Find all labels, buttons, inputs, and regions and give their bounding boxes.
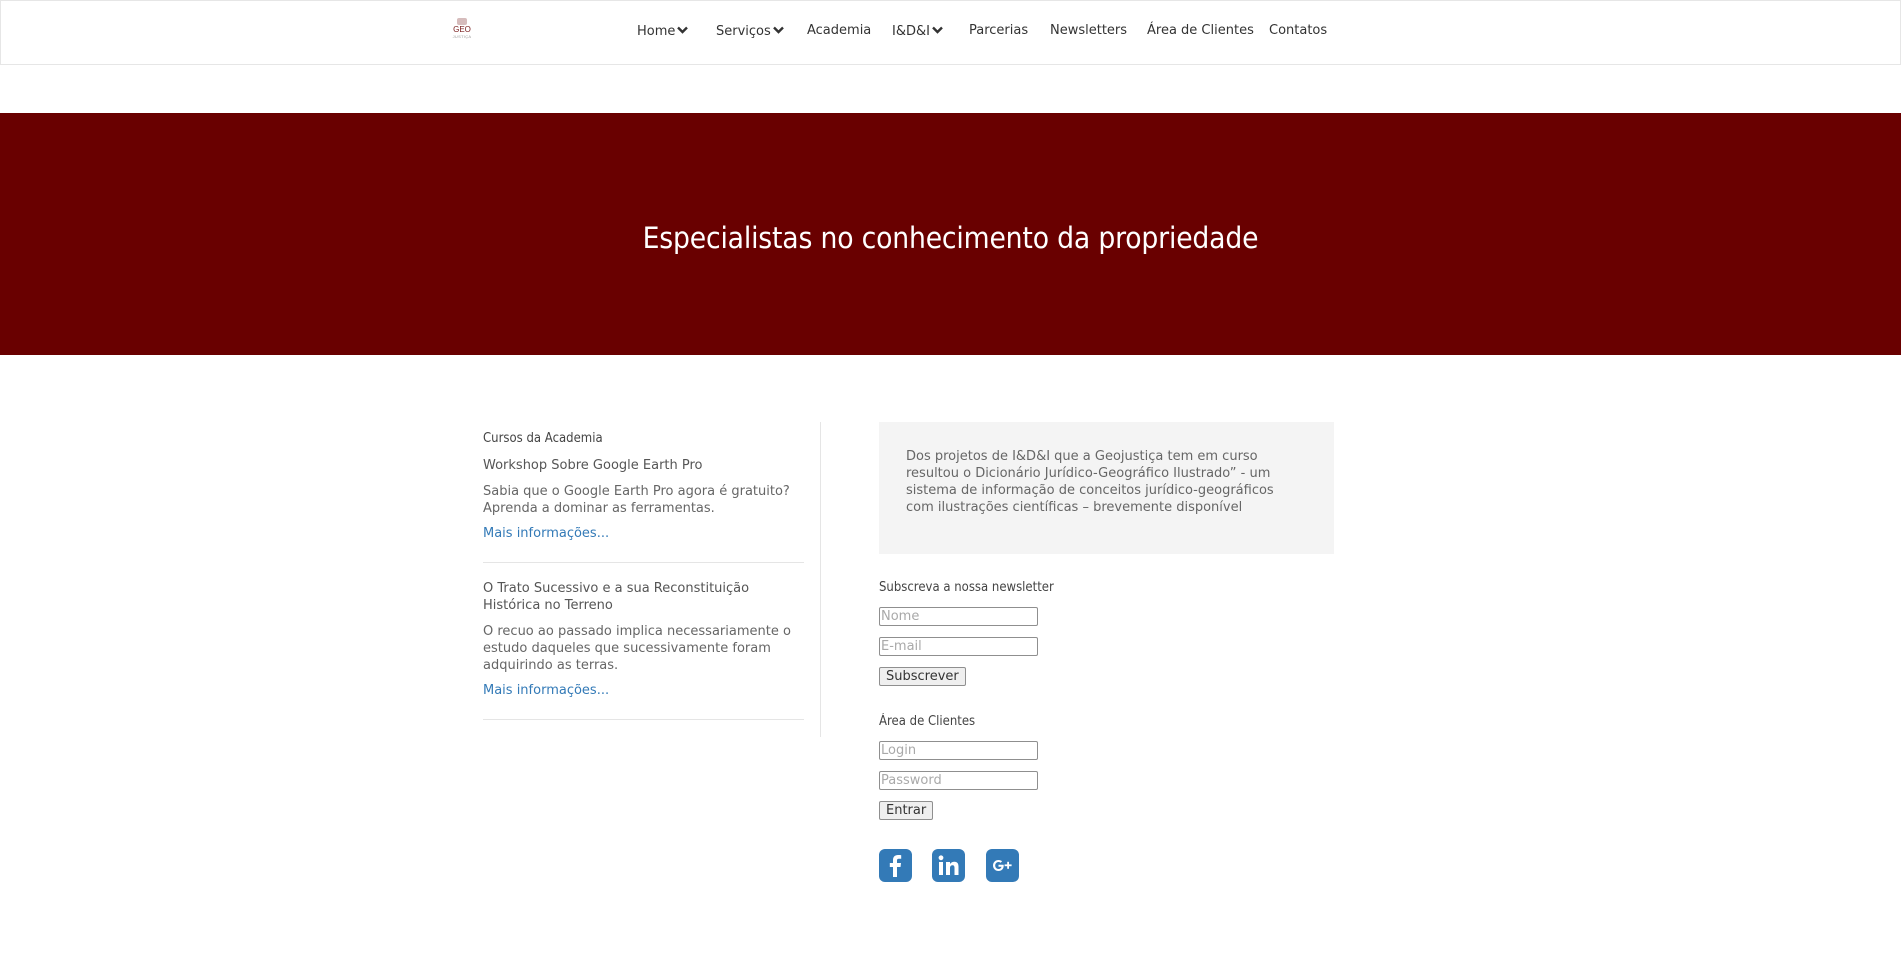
nav-item-label: Serviços — [716, 24, 771, 39]
logo-text-geo: GEO — [453, 25, 471, 34]
subscribe-button[interactable]: Subscrever — [879, 667, 966, 686]
course-more-link[interactable]: Mais informações... — [483, 526, 609, 541]
course-description: Sabia que o Google Earth Pro agora é gra… — [483, 484, 790, 516]
nav-item-label: Academia — [807, 23, 872, 38]
nav-item-label: Parcerias — [969, 23, 1029, 38]
chevron-down-icon — [772, 23, 784, 38]
facebook-icon[interactable] — [879, 849, 912, 882]
nav-item-label: Contatos — [1269, 23, 1328, 38]
course-title: Workshop Sobre Google Earth Pro — [483, 458, 703, 473]
nav-item-label: Área de Clientes — [1147, 23, 1254, 38]
course-description: O recuo ao passado implica necessariamen… — [483, 624, 791, 673]
nav-item-home[interactable]: Home — [637, 23, 689, 39]
hero-title: Especialistas no conhecimento da proprie… — [642, 221, 1259, 255]
info-box: Dos projetos de I&D&I que a Geojustiça t… — [879, 422, 1334, 554]
client-area-heading: Área de Clientes — [879, 714, 976, 729]
nav-item-idi[interactable]: I&D&I — [892, 23, 943, 39]
nav-item-label: Newsletters — [1050, 23, 1128, 38]
newsletter-email-input[interactable] — [879, 637, 1038, 656]
newsletter-heading: Subscreva a nossa newsletter — [879, 580, 1054, 595]
nav-item-label: I&D&I — [892, 24, 930, 39]
column-divider — [820, 422, 821, 737]
login-button[interactable]: Entrar — [879, 801, 934, 820]
navbar: GEO JUSTIÇA Home Serviços Academia I&D&I… — [0, 0, 1901, 65]
google-plus-icon[interactable] — [986, 849, 1019, 882]
course-title: O Trato Sucessivo e a sua Reconstituição… — [483, 581, 750, 613]
course-more-link[interactable]: Mais informações... — [483, 683, 609, 698]
password-input[interactable] — [879, 771, 1038, 790]
nav-item-area-clientes[interactable]: Área de Clientes — [1147, 23, 1254, 38]
nav-item-contatos[interactable]: Contatos — [1269, 23, 1327, 38]
logo[interactable]: GEO JUSTIÇA — [450, 18, 474, 46]
nav-item-parcerias[interactable]: Parcerias — [969, 23, 1028, 38]
hero-banner: Especialistas no conhecimento da proprie… — [0, 113, 1901, 355]
chevron-down-icon — [932, 23, 943, 38]
newsletter-name-input[interactable] — [879, 607, 1038, 626]
nav-item-newsletters[interactable]: Newsletters — [1050, 23, 1127, 38]
linkedin-icon[interactable] — [932, 849, 965, 882]
academy-heading: Cursos da Academia — [483, 431, 603, 446]
nav-item-academia[interactable]: Academia — [807, 23, 871, 38]
divider — [483, 562, 804, 563]
nav-item-servicos[interactable]: Serviços — [716, 23, 784, 39]
chevron-down-icon — [677, 23, 689, 38]
nav-item-label: Home — [637, 24, 676, 39]
info-box-text: Dos projetos de I&D&I que a Geojustiça t… — [906, 449, 1274, 515]
login-input[interactable] — [879, 741, 1038, 760]
divider — [483, 719, 804, 720]
logo-mark-icon — [457, 18, 467, 25]
logo-text-justica: JUSTIÇA — [452, 34, 472, 39]
